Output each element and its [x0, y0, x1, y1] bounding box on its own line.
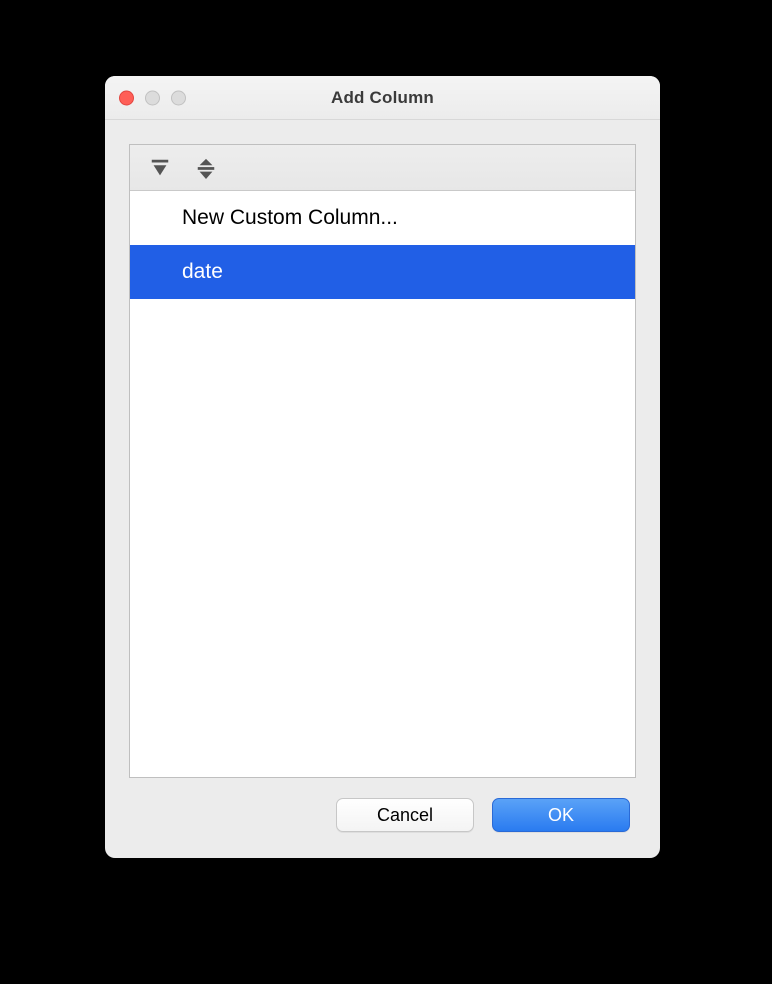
list-panel: New Custom Column... date	[129, 144, 636, 778]
window-title: Add Column	[105, 88, 660, 108]
column-list[interactable]: New Custom Column... date	[130, 191, 635, 777]
dialog-footer: Cancel OK	[129, 778, 636, 840]
cancel-button[interactable]: Cancel	[336, 798, 474, 832]
list-item-label: New Custom Column...	[182, 206, 398, 230]
dialog-content: New Custom Column... date Cancel OK	[105, 120, 660, 858]
window-controls	[119, 90, 186, 105]
close-window-button[interactable]	[119, 90, 134, 105]
list-toolbar	[130, 145, 635, 191]
list-item-date[interactable]: date	[130, 245, 635, 299]
list-item-new-custom-column[interactable]: New Custom Column...	[130, 191, 635, 245]
zoom-window-button[interactable]	[171, 90, 186, 105]
expand-icon	[149, 157, 171, 179]
list-item-label: date	[182, 260, 223, 284]
expand-all-button[interactable]	[148, 156, 172, 180]
collapse-icon	[195, 157, 217, 179]
ok-button[interactable]: OK	[492, 798, 630, 832]
dialog-window: Add Column	[105, 76, 660, 858]
titlebar: Add Column	[105, 76, 660, 120]
minimize-window-button[interactable]	[145, 90, 160, 105]
collapse-all-button[interactable]	[194, 156, 218, 180]
